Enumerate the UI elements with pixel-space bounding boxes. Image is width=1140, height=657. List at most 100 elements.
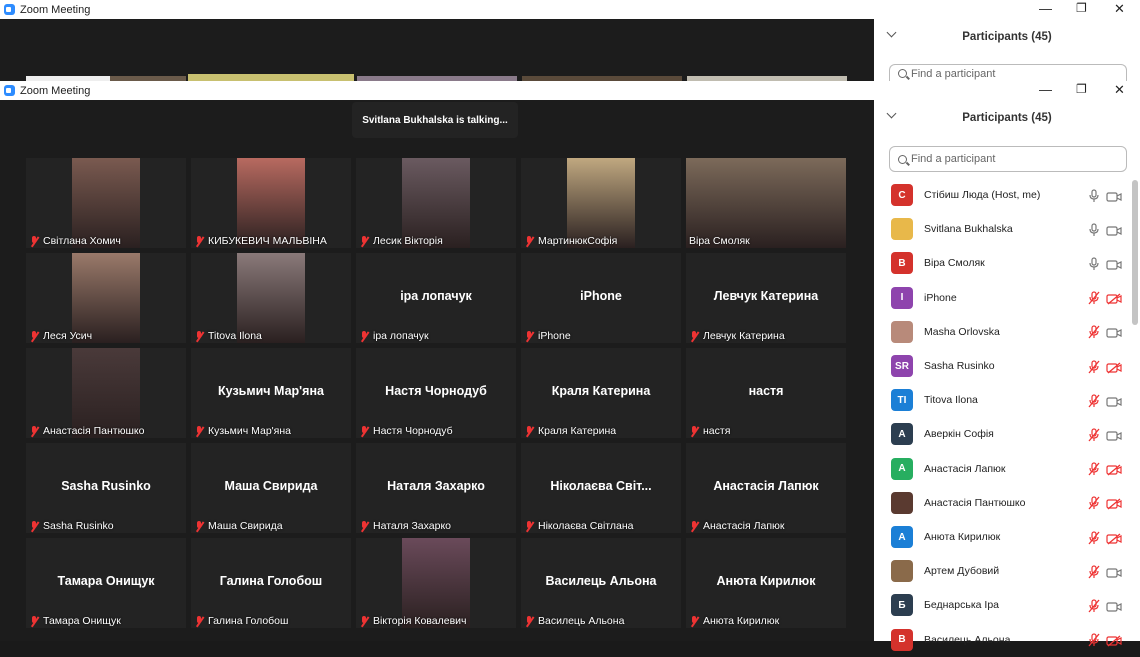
mic-muted-icon[interactable]	[1088, 565, 1100, 579]
back-close-button[interactable]: ✕	[1114, 1, 1125, 17]
video-tile[interactable]: Маша Свирида Маша Свирида	[191, 443, 351, 533]
video-tile[interactable]: Анастасія Лапюк Анастасія Лапюк	[686, 443, 846, 533]
video-tile[interactable]: iPhone iPhone	[521, 253, 681, 343]
mic-muted-icon[interactable]	[1088, 633, 1100, 647]
tile-name-label: Василець Альона	[524, 615, 624, 627]
video-tile[interactable]: настя настя	[686, 348, 846, 438]
search-placeholder: Find a participant	[911, 153, 996, 165]
tile-name-label: МартинюкСофія	[524, 235, 617, 247]
camera-icon[interactable]	[1106, 429, 1122, 441]
video-tile[interactable]: МартинюкСофія	[521, 158, 681, 248]
participants-panel: — ❐ ✕ Participants (45) Find a participa…	[874, 81, 1140, 651]
avatar	[891, 320, 913, 343]
participant-row[interactable]: В Василець Альона	[874, 623, 1134, 657]
camera-icon[interactable]	[1106, 566, 1122, 578]
participant-row[interactable]: Svitlana Bukhalska	[874, 212, 1134, 246]
video-tile[interactable]: Ніколаєва Світ... Ніколаєва Світлана	[521, 443, 681, 533]
back-restore-button[interactable]: ❐	[1076, 1, 1087, 15]
camera-off-icon[interactable]	[1106, 497, 1122, 510]
mic-icon[interactable]	[1088, 188, 1099, 202]
camera-icon[interactable]	[1106, 258, 1122, 270]
mic-muted-icon[interactable]	[1088, 496, 1100, 510]
video-tile[interactable]: Лесик Вікторія	[356, 158, 516, 248]
camera-off-icon[interactable]	[1106, 532, 1122, 544]
video-tile[interactable]: Настя Чорнодуб Настя Чорнодуб	[356, 348, 516, 438]
video-tile[interactable]: Кузьмич Мар'яна Кузьмич Мар'яна	[191, 348, 351, 438]
back-search-input[interactable]: Find a participant	[889, 64, 1127, 82]
mic-muted-icon	[194, 615, 204, 627]
video-tile[interactable]: Анастасія Пантюшко	[26, 348, 186, 438]
video-tile[interactable]: Тамара Онищук Тамара Онищук	[26, 538, 186, 628]
scrollbar[interactable]	[1132, 180, 1138, 325]
participant-name: Svitlana Bukhalska	[924, 223, 1013, 236]
participant-row[interactable]: Masha Orlovska	[874, 315, 1134, 349]
video-tile[interactable]: Галина Голобош Галина Голобош	[191, 538, 351, 628]
camera-icon[interactable]	[1106, 224, 1122, 236]
mic-muted-icon	[359, 330, 369, 342]
participant-row[interactable]: А Анюта Кирилюк	[874, 520, 1134, 554]
mic-muted-icon[interactable]	[1088, 599, 1100, 613]
participant-name: Titova Ilona	[924, 394, 978, 407]
camera-off-icon[interactable]	[1106, 634, 1122, 647]
back-window-titlebar[interactable]: Zoom Meeting	[0, 0, 874, 19]
video-tile[interactable]: Краля Катерина Краля Катерина	[521, 348, 681, 438]
mic-muted-icon[interactable]	[1088, 394, 1100, 408]
camera-icon[interactable]	[1106, 395, 1122, 407]
mic-muted-icon[interactable]	[1088, 291, 1100, 305]
tile-name-label: Віра Смоляк	[689, 235, 750, 247]
camera-off-icon[interactable]	[1106, 463, 1122, 476]
video-tile[interactable]: Анюта Кирилюк Анюта Кирилюк	[686, 538, 846, 628]
video-tile[interactable]: Sasha Rusinko Sasha Rusinko	[26, 443, 186, 533]
avatar: А	[891, 457, 913, 480]
video-tile[interactable]: Наталя Захарко Наталя Захарко	[356, 443, 516, 533]
mic-muted-icon[interactable]	[1088, 428, 1100, 442]
participant-row[interactable]: В Віра Смоляк	[874, 246, 1134, 280]
mic-muted-icon[interactable]	[1088, 462, 1100, 476]
mic-muted-icon[interactable]	[1088, 530, 1100, 544]
back-search-icon	[898, 69, 907, 78]
participant-row[interactable]: Артем Дубовий	[874, 554, 1134, 588]
tile-name-label: Маша Свирида	[194, 520, 283, 532]
camera-icon[interactable]	[1106, 326, 1122, 338]
window-titlebar[interactable]: Zoom Meeting	[0, 81, 874, 100]
video-tile[interactable]: Віра Смоляк	[686, 158, 846, 248]
tile-center-name: Галина Голобош	[219, 574, 323, 588]
video-tile[interactable]: Світлана Хомич	[26, 158, 186, 248]
participant-row[interactable]: Анастасія Пантюшко	[874, 486, 1134, 520]
mic-icon[interactable]	[1088, 257, 1099, 270]
mic-muted-icon[interactable]	[1088, 325, 1100, 339]
mic-muted-icon[interactable]	[1088, 359, 1100, 373]
search-icon	[898, 154, 907, 164]
camera-off-icon[interactable]	[1106, 361, 1122, 373]
participant-row[interactable]: Б Беднарська Іра	[874, 588, 1134, 622]
tile-center-name: іра лопачук	[400, 289, 472, 303]
participant-row[interactable]: А Анастасія Лапюк	[874, 452, 1134, 486]
minimize-button[interactable]: —	[1039, 82, 1052, 97]
participant-row[interactable]: IiPhone	[874, 281, 1134, 315]
back-minimize-button[interactable]: —	[1039, 1, 1052, 16]
video-tile[interactable]: Леся Усич	[26, 253, 186, 343]
camera-icon[interactable]	[1106, 600, 1122, 612]
tile-name-label: Кузьмич Мар'яна	[194, 425, 291, 437]
mic-muted-icon	[359, 425, 369, 437]
video-tile[interactable]: іра лопачук іра лопачук	[356, 253, 516, 343]
participant-row[interactable]: С Стібиш Люда (Host, me)	[874, 178, 1134, 212]
camera-off-icon[interactable]	[1106, 292, 1122, 305]
participant-name: Анюта Кирилюк	[924, 531, 1001, 543]
video-tile[interactable]: Левчук Катерина Левчук Катерина	[686, 253, 846, 343]
video-tile[interactable]: Василець Альона Василець Альона	[521, 538, 681, 628]
search-input[interactable]: Find a participant	[889, 146, 1127, 172]
video-tile[interactable]: КИБУКЕВИЧ МАЛЬВІНА	[191, 158, 351, 248]
camera-icon[interactable]	[1106, 190, 1122, 202]
participant-row[interactable]: А Аверкін Софія	[874, 417, 1134, 451]
tile-center-name: Настя Чорнодуб	[385, 384, 487, 398]
participant-row[interactable]: SR Sasha Rusinko	[874, 349, 1134, 383]
video-tile[interactable]: Titova Ilona	[191, 253, 351, 343]
participant-name: Віра Смоляк	[924, 257, 985, 270]
participant-row[interactable]: TI Titova Ilona	[874, 383, 1134, 417]
mic-icon[interactable]	[1088, 223, 1099, 236]
video-tile[interactable]: Вікторія Ковалевич	[356, 538, 516, 628]
close-button[interactable]: ✕	[1114, 82, 1125, 98]
tile-center-name: Кузьмич Мар'яна	[218, 384, 324, 398]
restore-button[interactable]: ❐	[1076, 82, 1087, 96]
